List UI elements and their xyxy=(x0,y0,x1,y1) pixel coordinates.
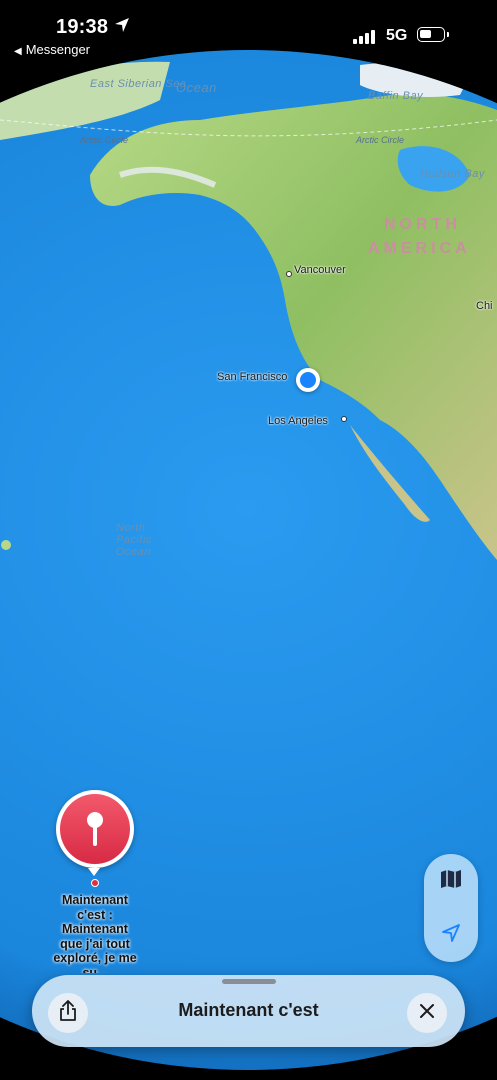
network-type: 5G xyxy=(386,27,408,44)
cellular-signal-icon xyxy=(353,28,377,44)
region-label-north: NORTH xyxy=(384,216,461,233)
sea-label: North Pacific Ocean xyxy=(116,522,152,558)
back-arrow-icon: ◀ xyxy=(14,46,22,57)
current-location-button[interactable] xyxy=(424,908,478,962)
map-mode-button[interactable] xyxy=(424,854,478,908)
status-bar: 19:38 ◀ Messenger 5G xyxy=(0,0,497,62)
close-button[interactable] xyxy=(407,993,447,1033)
location-arrow-icon xyxy=(114,17,130,38)
sea-label: East Siberian Sea xyxy=(90,78,187,90)
user-location-dot[interactable] xyxy=(296,368,320,392)
battery-icon xyxy=(417,27,449,42)
sea-label: Hudson Bay xyxy=(420,168,485,180)
region-label-america: AMERICA xyxy=(368,240,471,257)
status-time: 19:38 xyxy=(56,16,109,38)
back-to-app-link[interactable]: ◀ Messenger xyxy=(14,42,90,57)
city-label-los-angeles[interactable]: Los Angeles xyxy=(268,415,328,427)
pin-icon xyxy=(60,794,130,864)
arctic-circle-label: Arctic Circle xyxy=(80,135,129,145)
sea-label: Baffin Bay xyxy=(368,90,424,102)
bottom-sheet[interactable]: Maintenant c'est xyxy=(32,975,465,1047)
pin-location-dot xyxy=(91,879,99,887)
sheet-title: Maintenant c'est xyxy=(178,1000,319,1020)
pin-tip xyxy=(88,868,100,876)
city-label-san-francisco[interactable]: San Francisco xyxy=(217,371,287,383)
map-controls xyxy=(424,854,478,962)
location-arrow-icon xyxy=(441,923,461,948)
close-icon xyxy=(419,1003,435,1024)
map-view[interactable]: East Siberian Sea Ocean Baffin Bay Hudso… xyxy=(0,0,497,1080)
city-label-vancouver[interactable]: Vancouver xyxy=(294,264,346,276)
pin-label[interactable]: Maintenant c'est : Maintenant que j'ai t… xyxy=(50,893,140,973)
city-dot xyxy=(286,271,292,277)
map-icon xyxy=(440,869,462,894)
arctic-circle-label: Arctic Circle xyxy=(356,135,405,145)
sea-label: Ocean xyxy=(176,80,217,95)
city-label-chicago[interactable]: Chi xyxy=(476,300,493,312)
sheet-grabber[interactable] xyxy=(222,979,276,984)
city-dot xyxy=(341,416,347,422)
back-app-label: Messenger xyxy=(25,42,91,57)
share-button[interactable] xyxy=(48,993,88,1033)
share-icon xyxy=(58,999,78,1027)
pin-marker[interactable] xyxy=(56,790,134,868)
